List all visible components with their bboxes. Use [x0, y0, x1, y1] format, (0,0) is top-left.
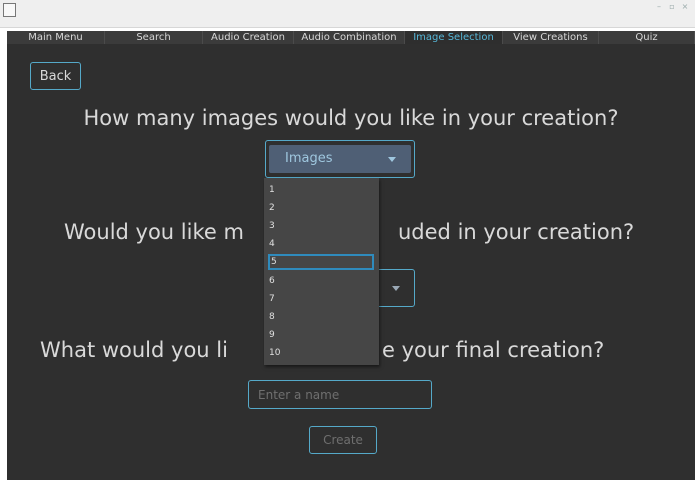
images-dropdown-value: Images — [285, 151, 333, 166]
close-icon[interactable]: × — [681, 3, 689, 11]
dropdown-option-7[interactable]: 7 — [268, 291, 374, 307]
dropdown-option-8[interactable]: 8 — [268, 309, 374, 325]
create-button[interactable]: Create — [309, 426, 377, 454]
question-name-right: e your final creation? — [382, 338, 605, 362]
name-input[interactable] — [248, 380, 432, 409]
dropdown-option-5[interactable]: 5 — [268, 254, 374, 270]
images-dropdown[interactable]: Images — [265, 140, 415, 178]
app-window-icon — [3, 3, 16, 17]
dropdown-option-9[interactable]: 9 — [268, 327, 374, 343]
dropdown-option-3[interactable]: 3 — [268, 218, 374, 234]
question-image-count: How many images would you like in your c… — [83, 106, 619, 130]
question-music-right: uded in your creation? — [398, 220, 635, 244]
tab-view-creations[interactable]: View Creations — [503, 31, 599, 44]
images-dropdown-face: Images — [269, 145, 411, 173]
minimize-icon[interactable]: – — [655, 3, 663, 11]
question-name-left: What would you li — [40, 338, 228, 362]
dropdown-option-10[interactable]: 10 — [268, 345, 374, 361]
question-music-left: Would you like m — [64, 220, 244, 244]
tab-image-selection[interactable]: Image Selection — [405, 31, 503, 44]
back-button[interactable]: Back — [30, 62, 81, 90]
images-dropdown-list: 1 2 3 4 5 6 7 8 9 10 — [264, 178, 379, 365]
chevron-down-icon — [392, 286, 400, 291]
chevron-down-icon — [388, 157, 396, 162]
dropdown-option-4[interactable]: 4 — [268, 236, 374, 252]
dropdown-option-1[interactable]: 1 — [268, 182, 374, 198]
window-titlebar: – ▫ × — [0, 0, 695, 28]
tab-search[interactable]: Search — [105, 31, 203, 44]
tab-audio-combination[interactable]: Audio Combination — [294, 31, 405, 44]
tab-quiz[interactable]: Quiz — [599, 31, 695, 44]
tab-audio-creation[interactable]: Audio Creation — [203, 31, 294, 44]
dropdown-option-6[interactable]: 6 — [268, 273, 374, 289]
maximize-icon[interactable]: ▫ — [668, 3, 676, 11]
dropdown-option-2[interactable]: 2 — [268, 200, 374, 216]
tab-bar: Main Menu Search Audio Creation Audio Co… — [7, 31, 695, 44]
tab-main-menu[interactable]: Main Menu — [7, 31, 105, 44]
